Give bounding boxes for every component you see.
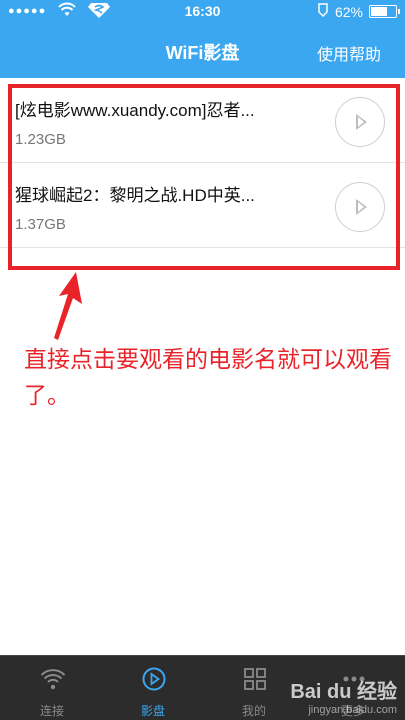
tab-label: 影盘 bbox=[140, 704, 165, 718]
status-bar: ●●●●● 16:30 62% bbox=[0, 0, 405, 22]
highlight-box bbox=[8, 84, 400, 270]
status-right: 62% bbox=[317, 3, 400, 20]
nav-bar: WiFi影盘 使用帮助 bbox=[0, 22, 405, 78]
play-circle-icon bbox=[141, 666, 167, 692]
annotation-text: 直接点击要观看的电影名就可以观看了。 bbox=[24, 346, 392, 408]
tab-mine[interactable]: 我的 bbox=[204, 656, 304, 720]
baidu-watermark: Bai du 经验 jingyan.baidu.com bbox=[290, 675, 397, 716]
tab-label: 我的 bbox=[241, 704, 266, 718]
annotation-arrow bbox=[54, 272, 82, 340]
location-icon bbox=[317, 3, 329, 20]
watermark-logo: Bai du 经验 bbox=[290, 681, 397, 703]
tab-label: 连接 bbox=[39, 704, 64, 718]
tab-bar: 连接 影盘 我的 更多 Bai du 经验 jingyan.baidu.com bbox=[0, 655, 405, 720]
watermark-url: jingyan.baidu.com bbox=[308, 704, 397, 716]
tab-disk[interactable]: 影盘 bbox=[103, 656, 203, 720]
wifi-icon bbox=[40, 666, 66, 692]
battery-percent: 62% bbox=[334, 3, 363, 20]
battery-icon bbox=[369, 5, 400, 18]
tab-connect[interactable]: 连接 bbox=[2, 656, 102, 720]
grid-icon bbox=[242, 666, 268, 692]
help-button[interactable]: 使用帮助 bbox=[317, 41, 381, 65]
